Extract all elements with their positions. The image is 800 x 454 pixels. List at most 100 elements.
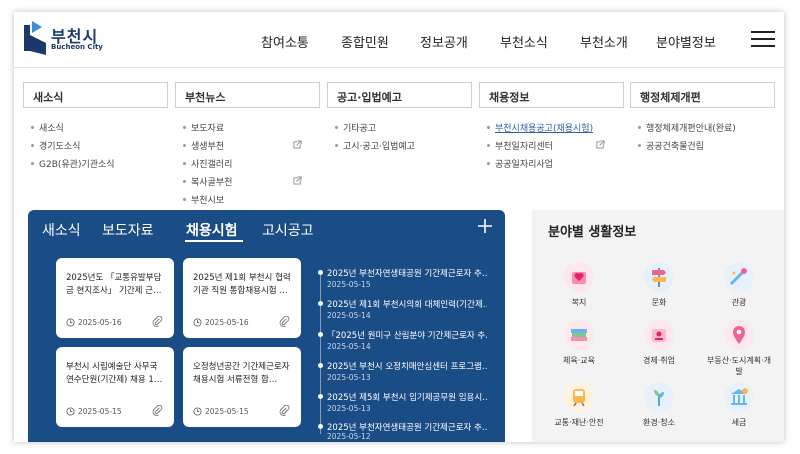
timeline-item-date: 2025-05-14 — [327, 311, 371, 320]
nav-information[interactable]: 정보공개 — [420, 32, 468, 51]
news-card[interactable]: 2025년도 「교통유발부담금 현지조사」 기간제 근… 2025-05-16 — [56, 258, 174, 338]
menu-item[interactable]: 부천일자리센터 — [487, 139, 553, 152]
logo-subtitle: Bucheon City — [51, 43, 103, 51]
card-date: 2025-05-16 — [78, 318, 122, 327]
clock-icon — [66, 318, 75, 327]
heart-box-icon — [564, 262, 594, 292]
menu-item[interactable]: 복사골부천 — [183, 175, 232, 188]
field-item-label: 세금 — [731, 418, 747, 427]
tab-public-notice[interactable]: 고시공고 — [262, 220, 314, 240]
menu-item[interactable]: 사진갤러리 — [183, 157, 232, 170]
field-item-sports-education[interactable]: 체육·교육 — [544, 320, 614, 382]
menu-col-admin-reform[interactable]: 행정체제개편 — [630, 82, 775, 108]
card-date: 2025-05-16 — [205, 318, 249, 327]
plus-icon[interactable] — [477, 218, 493, 234]
field-item-label: 경제·취업 — [643, 356, 675, 365]
timeline-dot — [318, 270, 323, 275]
page-frame: 부천시 Bucheon City 참여소통 종합민원 정보공개 부천소식 부천소… — [14, 12, 784, 442]
train-icon — [564, 382, 594, 412]
news-card[interactable]: 2025년 제1회 부천시 협력기관 직원 통합채용시험 … 2025-05-1… — [183, 258, 301, 338]
timeline-dot — [318, 394, 323, 399]
tab-press-release[interactable]: 보도자료 — [102, 220, 154, 240]
nav-field-info[interactable]: 분야별정보 — [656, 32, 716, 51]
attachment-icon — [152, 405, 163, 416]
menu-col-recruitment[interactable]: 채용정보 — [479, 82, 624, 108]
site-header: 부천시 Bucheon City 참여소통 종합민원 정보공개 부천소식 부천소… — [14, 12, 784, 68]
field-info-panel: 분야별 생활정보 복지 문화 관광 체육·교육 경제·취업 부동산·도시계획·개… — [532, 210, 784, 442]
timeline-item-title[interactable]: 2025년 제5회 부천시 임기제공무원 임용시… — [327, 391, 487, 403]
timeline-item-date: 2025-05-12 — [327, 432, 371, 441]
field-item-culture[interactable]: 문화 — [624, 262, 694, 324]
books-icon — [564, 320, 594, 350]
menu-item[interactable]: 부천시보 — [183, 193, 224, 206]
field-item-environment[interactable]: 환경·청소 — [624, 382, 694, 442]
external-link-icon[interactable] — [293, 140, 302, 149]
field-item-label: 복지 — [571, 298, 587, 307]
field-item-tax[interactable]: 세금 — [704, 382, 774, 442]
nav-civil-service[interactable]: 종합민원 — [341, 32, 389, 51]
menu-item[interactable]: G2B(유관)기관소식 — [31, 157, 115, 170]
news-card[interactable]: 부천시 시립예술단 사무국 연수단원(기간제) 채용 1… 2025-05-15 — [56, 347, 174, 427]
timeline-item-title[interactable]: 2025년 부천자연생태공원 기간제근로자 추… — [327, 267, 487, 279]
field-item-welfare[interactable]: 복지 — [544, 262, 614, 324]
timeline-item-date: 2025-05-15 — [327, 280, 371, 289]
card-title: 부천시 시립예술단 사무국 연수단원(기간제) 채용 1… — [66, 362, 163, 385]
card-title: 오정청년공간 기간제근로자 채용시험 서류전형 합… — [193, 362, 290, 385]
site-logo[interactable]: 부천시 Bucheon City — [24, 21, 114, 55]
timeline-dot — [318, 424, 323, 429]
attachment-icon — [279, 316, 290, 327]
plant-icon — [644, 382, 674, 412]
bucheon-logo-icon — [24, 21, 46, 55]
tax-building-icon — [724, 382, 754, 412]
menu-col-bucheon-news[interactable]: 부천뉴스 — [175, 82, 320, 108]
tab-recruitment-exam[interactable]: 채용시험 — [186, 220, 238, 240]
news-card[interactable]: 오정청년공간 기간제근로자 채용시험 서류전형 합… 2025-05-15 — [183, 347, 301, 427]
tab-new-news[interactable]: 새소식 — [42, 220, 81, 240]
field-item-label: 부동산·도시계획·개발 — [707, 356, 771, 376]
field-info-title: 분야별 생활정보 — [548, 225, 637, 240]
menu-item[interactable]: 공공일자리사업 — [487, 157, 553, 170]
menu-icon[interactable] — [751, 31, 775, 48]
menu-item[interactable]: 새소식 — [31, 121, 64, 134]
map-pin-icon — [724, 320, 754, 350]
field-item-realestate-urban[interactable]: 부동산·도시계획·개발 — [704, 320, 774, 382]
field-item-transport-safety[interactable]: 교통·재난·안전 — [544, 382, 614, 442]
menu-col-new-news[interactable]: 새소식 — [23, 82, 168, 108]
menu-item-recruitment-notice[interactable]: 부천시채용공고(채용시험) — [487, 121, 593, 134]
signpost-icon — [644, 262, 674, 292]
card-title: 2025년도 「교통유발부담금 현지조사」 기간제 근… — [66, 273, 162, 296]
card-title: 2025년 제1회 부천시 협력기관 직원 통합채용시험 … — [193, 273, 291, 296]
timeline-item-title[interactable]: 「2025년 원미구 산림분야 기간제근로자 추… — [327, 329, 487, 341]
timeline-item-date: 2025-05-13 — [327, 373, 371, 382]
clock-icon — [193, 318, 202, 327]
attachment-icon — [152, 316, 163, 327]
field-item-label: 관광 — [731, 298, 747, 307]
nav-participation[interactable]: 참여소통 — [261, 32, 309, 51]
timeline-item-title[interactable]: 2025년 부천시 오정치매안심센터 프로그램… — [327, 360, 487, 372]
nav-bucheon-intro[interactable]: 부천소개 — [580, 32, 628, 51]
news-panel: 새소식 보도자료 채용시험 고시공고 2025년도 「교통유발부담금 현지조사」… — [28, 210, 505, 442]
external-link-icon[interactable] — [293, 176, 302, 185]
field-item-label: 교통·재난·안전 — [554, 418, 604, 427]
field-item-tourism[interactable]: 관광 — [704, 262, 774, 324]
paint-brush-icon — [724, 262, 754, 292]
menu-col-notices[interactable]: 공고·입법예고 — [327, 82, 472, 108]
menu-item[interactable]: 경기도소식 — [31, 139, 80, 152]
timeline-item-date: 2025-05-14 — [327, 342, 371, 351]
clock-icon — [193, 407, 202, 416]
card-date: 2025-05-15 — [78, 407, 122, 416]
timeline-item-title[interactable]: 2025년 제1회 부천시의회 대체인력(기간제… — [327, 298, 487, 310]
menu-item[interactable]: 보도자료 — [183, 121, 224, 134]
menu-item[interactable]: 공공건축물건립 — [638, 139, 704, 152]
clock-icon — [66, 407, 75, 416]
active-tab-indicator — [185, 240, 243, 242]
external-link-icon[interactable] — [596, 140, 605, 149]
menu-item[interactable]: 생생부천 — [183, 139, 224, 152]
menu-item[interactable]: 기타공고 — [335, 121, 376, 134]
timeline-dot — [318, 301, 323, 306]
menu-item[interactable]: 행정체제개편안내(완료) — [638, 121, 736, 134]
field-item-economy-jobs[interactable]: 경제·취업 — [624, 320, 694, 382]
menu-item[interactable]: 고시·공고·입법예고 — [335, 139, 415, 152]
nav-bucheon-news[interactable]: 부천소식 — [500, 32, 548, 51]
field-item-label: 문화 — [651, 298, 667, 307]
